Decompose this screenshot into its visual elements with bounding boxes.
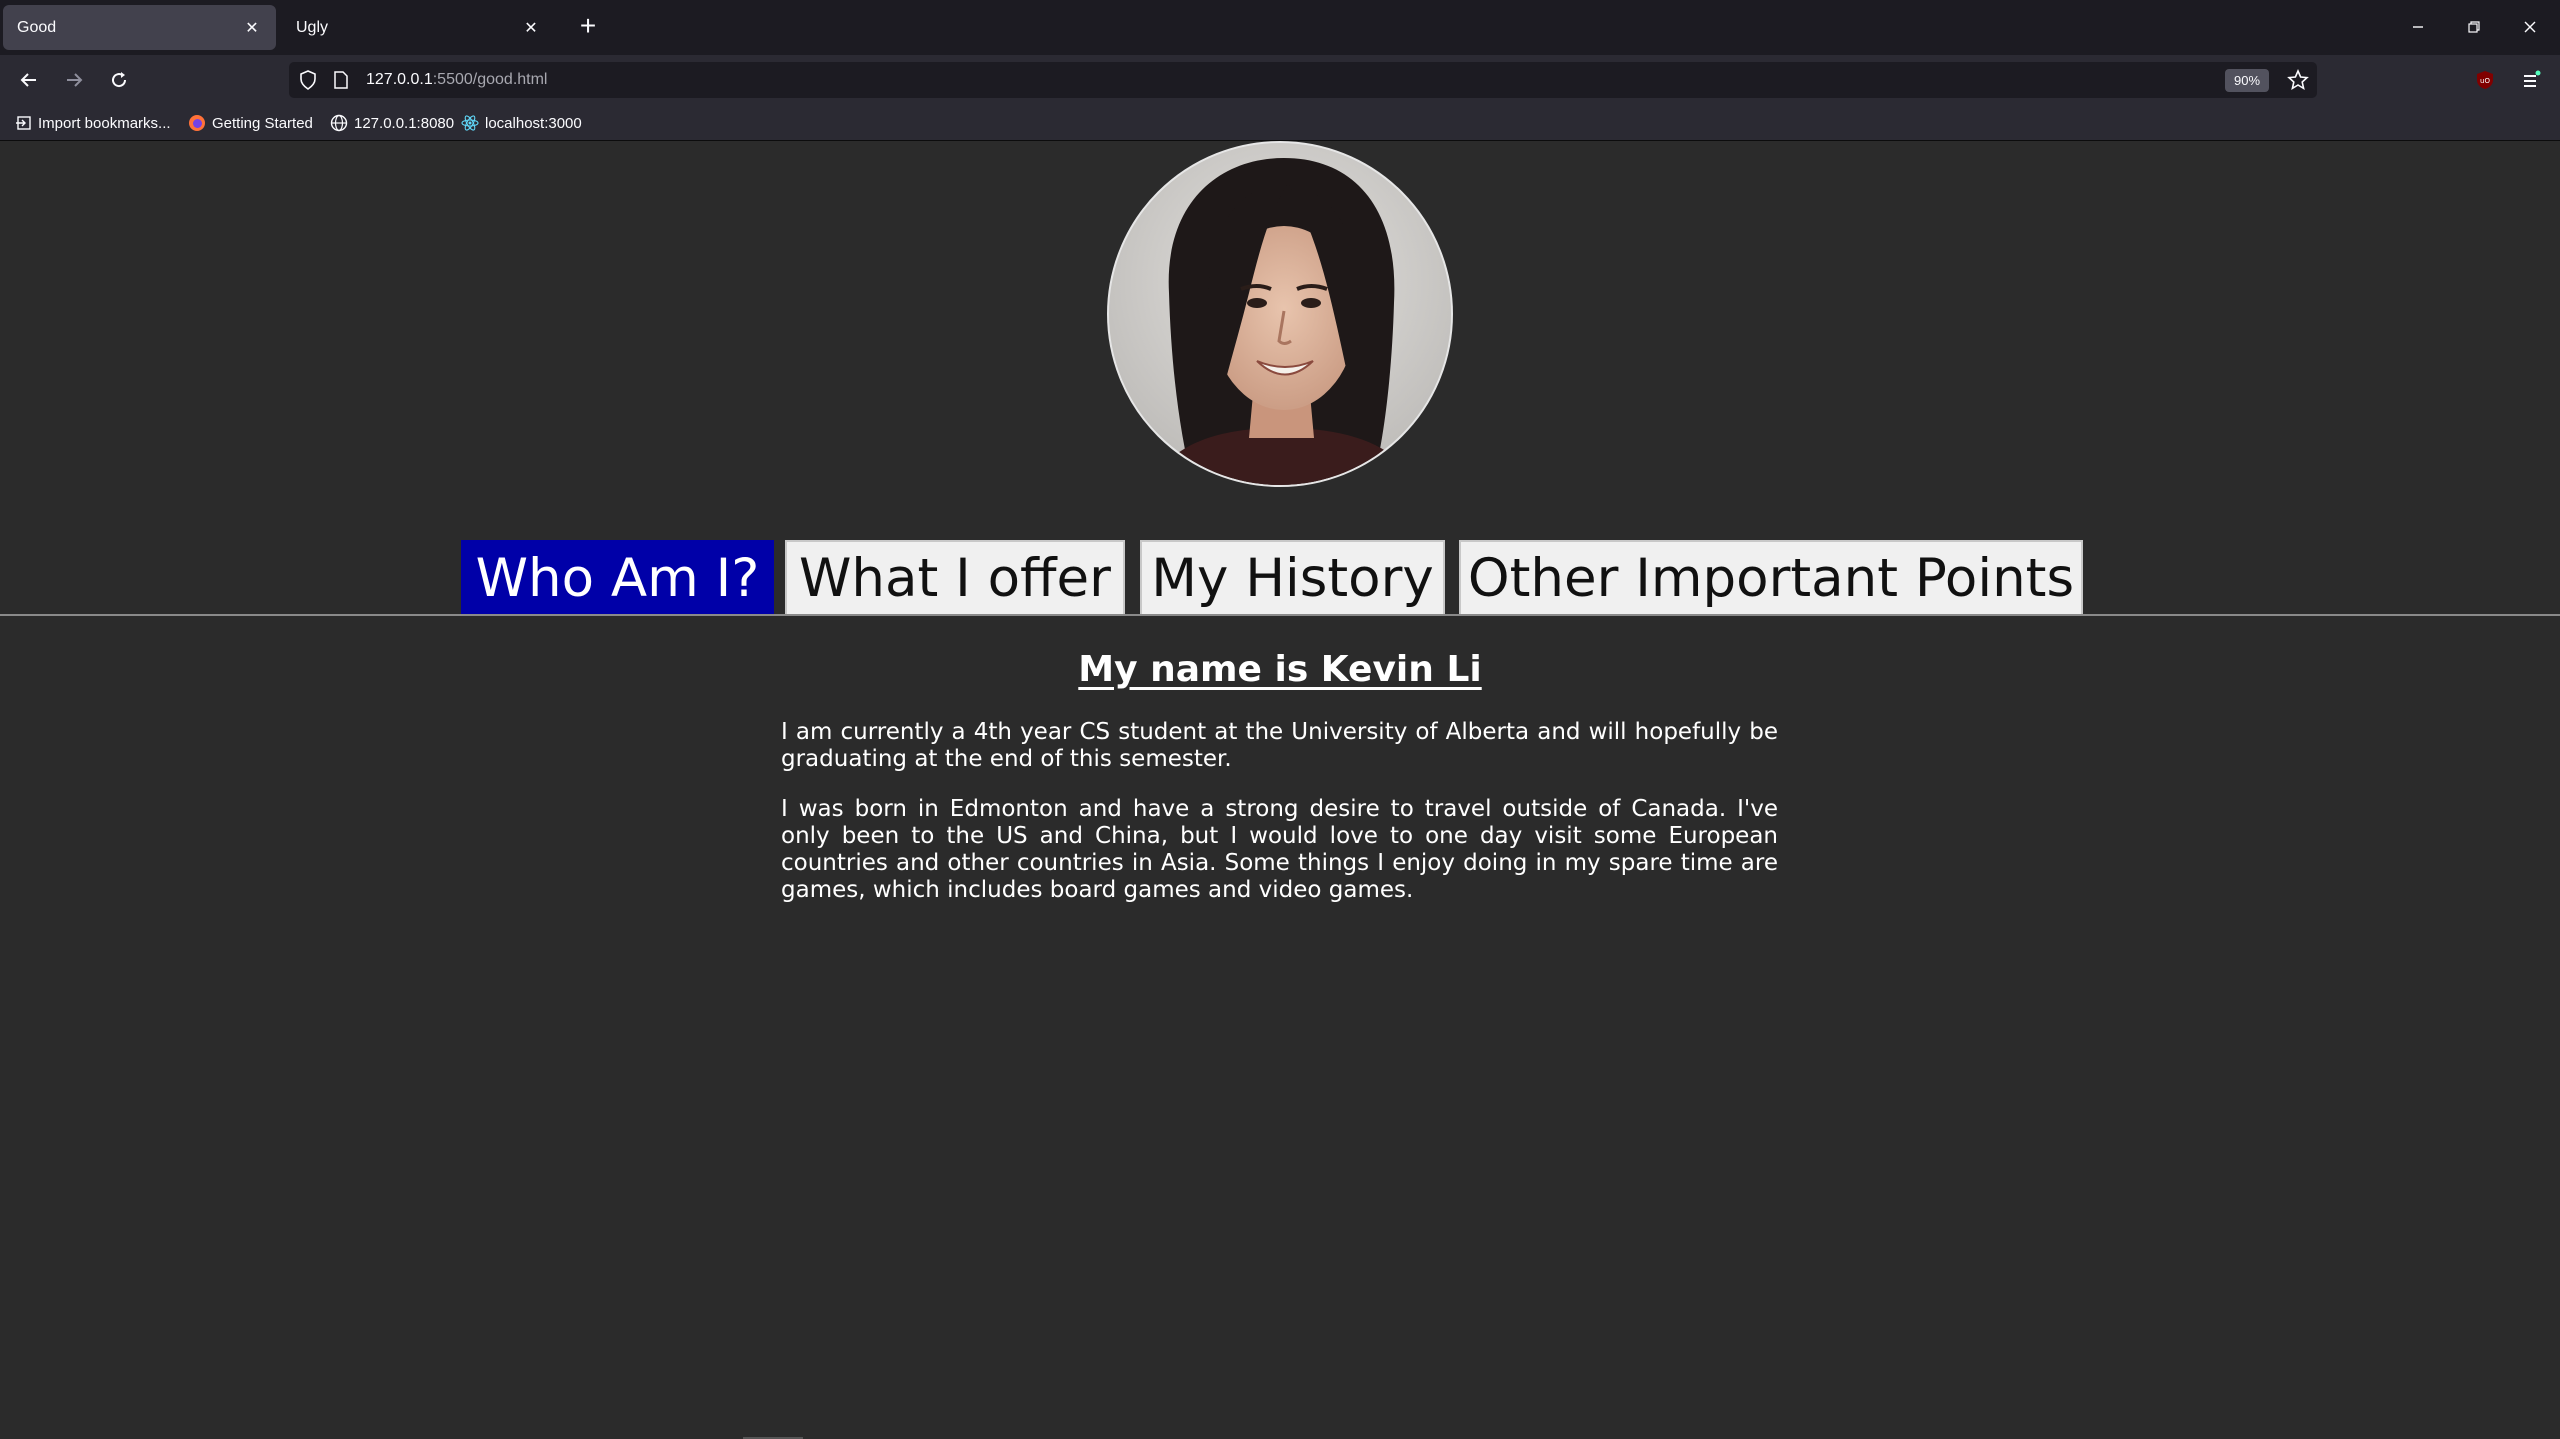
forward-button[interactable] (58, 64, 90, 96)
menu-button[interactable] (2515, 64, 2547, 96)
back-button[interactable] (13, 64, 45, 96)
bookmarks-toolbar: Import bookmarks... Getting Started 127.… (0, 105, 2560, 141)
url-bar[interactable]: 127.0.0.1:5500/good.html 90% (289, 62, 2317, 98)
reload-button[interactable] (103, 64, 135, 96)
bookmark-local-8080[interactable]: 127.0.0.1:8080 (330, 113, 454, 133)
bookmark-label: 127.0.0.1:8080 (354, 114, 455, 132)
tabs-divider (0, 614, 2560, 616)
tab-other-important-points[interactable]: Other Important Points (1459, 540, 2083, 614)
url-path: :5500/good.html (432, 71, 548, 88)
tab-what-i-offer[interactable]: What I offer (785, 540, 1125, 614)
forward-arrow-icon (67, 73, 83, 87)
shield-icon[interactable] (299, 70, 317, 90)
globe-icon (330, 114, 348, 132)
bookmark-label: localhost:3000 (485, 114, 582, 132)
background-paragraph: I was born in Edmonton and have a strong… (781, 796, 1778, 903)
back-arrow-icon (20, 73, 36, 87)
bookmark-label: Import bookmarks... (38, 114, 171, 132)
bookmark-import[interactable]: Import bookmarks... (16, 113, 171, 133)
close-window-button[interactable] (2512, 10, 2548, 44)
tab-my-history[interactable]: My History (1140, 540, 1445, 614)
zoom-level-button[interactable]: 90% (2225, 69, 2269, 92)
bookmark-getting-started[interactable]: Getting Started (188, 113, 313, 133)
tab-who-am-i[interactable]: Who Am I? (461, 540, 774, 614)
bookmark-localhost-3000[interactable]: localhost:3000 (461, 113, 582, 133)
profile-portrait-image (1109, 143, 1451, 485)
section-tabs: Who Am I? What I offer My History Other … (0, 540, 2560, 615)
import-icon (16, 116, 31, 130)
url-host: 127.0.0.1 (366, 71, 433, 88)
reload-icon (112, 72, 127, 88)
browser-nav-bar: 127.0.0.1:5500/good.html 90% uO (0, 55, 2560, 105)
svg-text:uO: uO (2480, 77, 2490, 85)
bookmark-star-icon[interactable] (2287, 69, 2309, 91)
close-icon (2524, 21, 2536, 33)
restore-icon (2468, 21, 2480, 33)
firefox-icon (189, 115, 205, 131)
intro-paragraph: I am currently a 4th year CS student at … (781, 719, 1778, 772)
page-heading: My name is Kevin Li (1078, 649, 1482, 690)
browser-tab-good[interactable]: Good ✕ (3, 5, 276, 50)
hamburger-menu-icon (2524, 70, 2541, 87)
react-icon (461, 115, 479, 131)
restore-button[interactable] (2456, 10, 2492, 44)
close-tab-icon[interactable]: ✕ (521, 18, 541, 38)
browser-tab-bar: Good ✕ Ugly ✕ + (0, 0, 2560, 55)
page-content: Who Am I? What I offer My History Other … (0, 141, 2560, 1439)
browser-tab-ugly[interactable]: Ugly ✕ (282, 5, 555, 50)
close-tab-icon[interactable]: ✕ (242, 18, 262, 38)
profile-photo (1107, 141, 1453, 487)
page-icon[interactable] (334, 71, 348, 89)
bookmark-label: Getting Started (212, 114, 313, 132)
tab-label: Good (17, 18, 57, 36)
url-text[interactable]: 127.0.0.1:5500/good.html (366, 71, 547, 89)
ublock-extension-button[interactable]: uO (2469, 64, 2501, 96)
minimize-icon (2413, 26, 2423, 28)
ublock-icon: uO (2477, 71, 2493, 89)
new-tab-button[interactable]: + (575, 12, 601, 42)
minimize-button[interactable] (2400, 10, 2436, 44)
tab-label: Ugly (296, 18, 329, 36)
